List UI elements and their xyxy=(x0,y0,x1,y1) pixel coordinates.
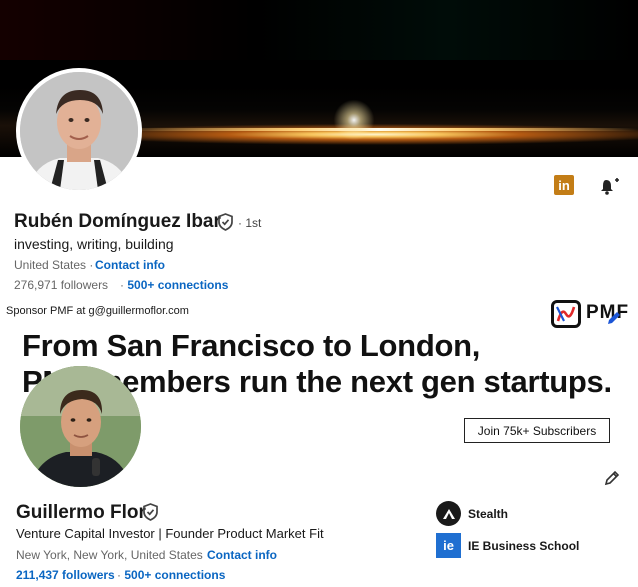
edit-banner-icon[interactable] xyxy=(606,310,622,326)
org-item-stealth[interactable]: Stealth xyxy=(436,501,508,526)
profile-photo xyxy=(20,72,138,190)
banner-tint xyxy=(0,0,638,60)
connections-count: 500+ connections xyxy=(124,568,226,582)
connections-link[interactable]: · 500+ connections xyxy=(117,568,225,582)
followers-link[interactable]: 211,437 followers xyxy=(16,568,115,582)
connection-degree: · 1st xyxy=(238,216,262,230)
profile-location: United States · xyxy=(14,258,93,272)
linkedin-glyph: in xyxy=(558,177,570,193)
verified-shield-icon xyxy=(217,213,234,231)
location-text: United States xyxy=(14,258,87,272)
sponsor-text: Sponsor PMF at g@guillermoflor.com xyxy=(6,305,189,317)
hero-line-1: From San Francisco to London, xyxy=(22,328,481,363)
banner-sunburst xyxy=(330,96,378,144)
contact-info-link[interactable]: Contact info xyxy=(95,258,165,272)
stealth-logo xyxy=(436,501,461,526)
profile-name: Rubén Domínguez Ibar xyxy=(14,211,221,232)
followers-count: 276,971 followers xyxy=(14,278,109,292)
profile-photo xyxy=(20,366,141,487)
separator: · xyxy=(89,258,94,272)
location-text: New York, New York, United States xyxy=(16,548,203,562)
avatar[interactable] xyxy=(16,68,142,194)
avatar[interactable] xyxy=(20,366,141,487)
linkedin-icon[interactable]: in xyxy=(554,175,574,195)
profile-headline: investing, writing, building xyxy=(14,236,174,252)
profile-headline: Venture Capital Investor | Founder Produ… xyxy=(16,526,324,541)
pmf-logo xyxy=(551,300,581,328)
org-item-ie-business-school[interactable]: ie IE Business School xyxy=(436,533,579,558)
org-label: IE Business School xyxy=(468,538,580,553)
verified-shield-icon xyxy=(142,503,159,521)
connections-count: 500+ connections xyxy=(127,278,229,292)
banner-horizon xyxy=(120,128,638,131)
profile-name: Guillermo Flor xyxy=(16,502,146,523)
subscribe-button[interactable]: Join 75k+ Subscribers xyxy=(464,418,610,443)
org-label: Stealth xyxy=(468,506,509,521)
edit-pencil-icon[interactable] xyxy=(603,469,621,487)
contact-info-link[interactable]: Contact info xyxy=(207,548,277,562)
connections-link[interactable]: · 500+ connections xyxy=(120,278,228,292)
bell-icon[interactable] xyxy=(598,176,620,196)
bell-icon-svg xyxy=(601,178,619,195)
ie-logo: ie xyxy=(436,533,461,558)
profile-location: New York, New York, United States · xyxy=(16,548,210,562)
